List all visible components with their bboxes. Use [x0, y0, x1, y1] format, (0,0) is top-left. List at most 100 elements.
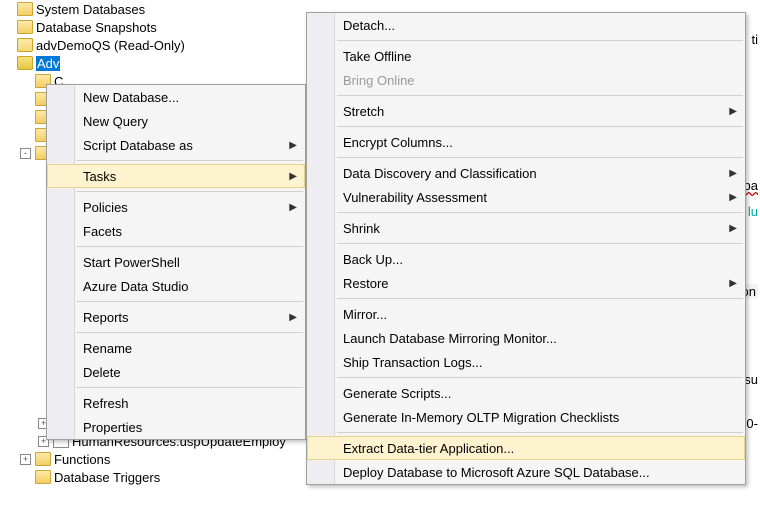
menu-separator	[337, 126, 743, 127]
tree-item-label: Database Snapshots	[36, 20, 157, 35]
menu-separator	[337, 40, 743, 41]
tasks-menu-item[interactable]: Extract Data-tier Application...	[307, 436, 745, 460]
db-menu-item[interactable]: Script Database as ▶	[47, 133, 305, 157]
tasks-menu-item[interactable]: Vulnerability Assessment ▶	[307, 185, 745, 209]
tree-item[interactable]: +Functions	[0, 450, 310, 468]
expand-icon[interactable]: +	[20, 454, 31, 465]
tasks-menu-item[interactable]: Back Up...	[307, 247, 745, 271]
tree-item[interactable]: System Databases	[0, 0, 310, 18]
submenu-arrow-icon: ▶	[729, 192, 737, 203]
tasks-menu-item[interactable]: Mirror...	[307, 302, 745, 326]
menu-separator	[337, 157, 743, 158]
menu-item-label: Start PowerShell	[83, 255, 180, 270]
tree-item-label: System Databases	[36, 2, 145, 17]
db-menu-item[interactable]: Refresh	[47, 391, 305, 415]
tasks-menu-item[interactable]: Stretch ▶	[307, 99, 745, 123]
tree-item[interactable]: Adv	[0, 54, 310, 72]
submenu-arrow-icon: ▶	[289, 202, 297, 213]
menu-item-label: Reports	[83, 310, 129, 325]
tasks-menu-item[interactable]: Generate Scripts...	[307, 381, 745, 405]
tree-item[interactable]: advDemoQS (Read-Only)	[0, 36, 310, 54]
tree-spacer	[20, 472, 31, 483]
menu-item-label: Facets	[83, 224, 122, 239]
menu-item-label: Stretch	[343, 104, 384, 119]
menu-separator	[77, 160, 303, 161]
menu-separator	[77, 191, 303, 192]
tree-spacer	[20, 112, 31, 123]
database-readonly-icon	[17, 38, 33, 52]
menu-item-label: Take Offline	[343, 49, 411, 64]
tree-spacer	[20, 94, 31, 105]
menu-separator	[337, 432, 743, 433]
tree-item-label: advDemoQS (Read-Only)	[36, 38, 185, 53]
submenu-arrow-icon: ▶	[289, 312, 297, 323]
tree-spacer	[20, 130, 31, 141]
folder-icon	[35, 452, 51, 466]
menu-item-label: Restore	[343, 276, 389, 291]
db-menu-item[interactable]: Policies ▶	[47, 195, 305, 219]
tasks-menu-item[interactable]: Restore ▶	[307, 271, 745, 295]
menu-item-label: Rename	[83, 341, 132, 356]
tasks-menu-item[interactable]: Encrypt Columns...	[307, 130, 745, 154]
db-menu-item[interactable]: Reports ▶	[47, 305, 305, 329]
menu-item-label: Ship Transaction Logs...	[343, 355, 482, 370]
tree-spacer	[20, 76, 31, 87]
tasks-menu-item[interactable]: Ship Transaction Logs...	[307, 350, 745, 374]
menu-item-label: Generate Scripts...	[343, 386, 451, 401]
menu-separator	[77, 246, 303, 247]
tasks-menu-item[interactable]: Launch Database Mirroring Monitor...	[307, 326, 745, 350]
menu-item-label: Data Discovery and Classification	[343, 166, 537, 181]
tasks-menu-item: Bring Online	[307, 68, 745, 92]
tasks-menu-item[interactable]: Deploy Database to Microsoft Azure SQL D…	[307, 460, 745, 484]
db-menu-item[interactable]: Azure Data Studio	[47, 274, 305, 298]
menu-item-label: Policies	[83, 200, 128, 215]
context-menu-tasks: Detach... Take Offline Bring Online Stretch…	[306, 12, 746, 485]
submenu-arrow-icon: ▶	[729, 278, 737, 289]
tree-spacer	[2, 4, 13, 15]
db-menu-item[interactable]: New Query	[47, 109, 305, 133]
db-menu-item[interactable]: Start PowerShell	[47, 250, 305, 274]
menu-item-label: Back Up...	[343, 252, 403, 267]
db-menu-item[interactable]: Tasks▶	[47, 164, 305, 188]
tasks-menu-item[interactable]: Generate In-Memory OLTP Migration Checkl…	[307, 405, 745, 429]
context-menu-database: New Database...New QueryScript Database …	[46, 84, 306, 440]
submenu-arrow-icon: ▶	[289, 140, 297, 151]
menu-separator	[337, 377, 743, 378]
submenu-arrow-icon: ▶	[729, 106, 737, 117]
tree-item-label: Database Triggers	[54, 470, 160, 485]
db-menu-item[interactable]: Properties	[47, 415, 305, 439]
submenu-arrow-icon: ▶	[289, 171, 297, 182]
db-menu-item[interactable]: Facets	[47, 219, 305, 243]
menu-separator	[337, 212, 743, 213]
menu-separator	[77, 387, 303, 388]
submenu-arrow-icon: ▶	[729, 223, 737, 234]
folder-icon	[17, 2, 33, 16]
tree-item[interactable]: Database Snapshots	[0, 18, 310, 36]
menu-item-label: Encrypt Columns...	[343, 135, 453, 150]
submenu-arrow-icon: ▶	[729, 168, 737, 179]
menu-item-label: Properties	[83, 420, 142, 435]
menu-item-label: Vulnerability Assessment	[343, 190, 487, 205]
tasks-menu-item[interactable]: Shrink ▶	[307, 216, 745, 240]
folder-icon	[35, 470, 51, 484]
menu-item-label: Detach...	[343, 18, 395, 33]
menu-separator	[337, 95, 743, 96]
tasks-menu-item[interactable]: Detach...	[307, 13, 745, 37]
collapse-icon[interactable]: -	[20, 148, 31, 159]
menu-item-label: Script Database as	[83, 138, 193, 153]
db-menu-item[interactable]: Delete	[47, 360, 305, 384]
menu-item-label: Generate In-Memory OLTP Migration Checkl…	[343, 410, 619, 425]
tree-item-label: Adv	[36, 56, 60, 71]
tasks-menu-item[interactable]: Take Offline	[307, 44, 745, 68]
menu-item-label: New Database...	[83, 90, 179, 105]
tree-item[interactable]: Database Triggers	[0, 468, 310, 486]
db-menu-item[interactable]: Rename	[47, 336, 305, 360]
menu-item-label: Mirror...	[343, 307, 387, 322]
tasks-menu-item[interactable]: Data Discovery and Classification ▶	[307, 161, 745, 185]
database-icon	[17, 56, 33, 70]
db-menu-item[interactable]: New Database...	[47, 85, 305, 109]
menu-separator	[337, 298, 743, 299]
menu-item-label: Shrink	[343, 221, 380, 236]
menu-item-label: Delete	[83, 365, 121, 380]
menu-item-label: Launch Database Mirroring Monitor...	[343, 331, 557, 346]
